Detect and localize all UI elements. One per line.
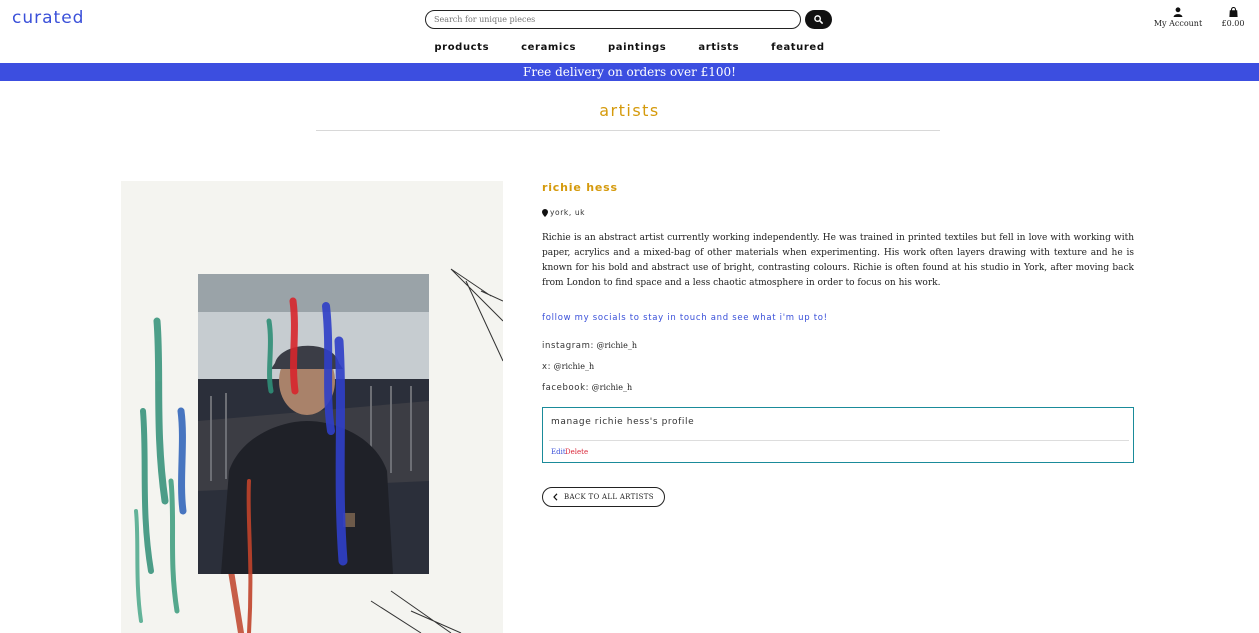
social-x: x: @richie_h: [542, 362, 594, 372]
social-instagram: instagram: @richie_h: [542, 341, 637, 351]
back-to-artists-button[interactable]: BACK TO ALL ARTISTS: [542, 487, 665, 507]
manage-profile-title: manage richie hess's profile: [551, 417, 695, 427]
search-button[interactable]: [805, 10, 832, 29]
social-facebook-label: facebook:: [542, 383, 590, 393]
cart-link[interactable]: £0.00: [1216, 7, 1250, 28]
page-title: artists: [599, 101, 660, 120]
cart-total: £0.00: [1221, 19, 1245, 28]
social-instagram-handle[interactable]: @richie_h: [597, 341, 637, 350]
edit-link[interactable]: Edit: [551, 448, 566, 456]
artist-bio: Richie is an abstract artist currently w…: [542, 233, 1134, 288]
search-icon: [814, 15, 823, 24]
shopping-bag-icon: [1228, 7, 1238, 17]
social-instagram-label: instagram:: [542, 341, 594, 351]
nav-item-paintings[interactable]: paintings: [592, 42, 682, 53]
artist-location: york, uk: [542, 208, 585, 217]
user-icon: [1173, 7, 1183, 17]
follow-prompt: follow my socials to stay in touch and s…: [542, 313, 828, 323]
my-account-label: My Account: [1153, 19, 1203, 28]
search-input[interactable]: [425, 10, 801, 29]
back-button-label: BACK TO ALL ARTISTS: [564, 493, 654, 501]
social-x-handle[interactable]: @richie_h: [554, 362, 594, 371]
social-facebook-handle[interactable]: @richie_h: [592, 383, 632, 392]
my-account-link[interactable]: My Account: [1151, 7, 1205, 28]
promo-banner: Free delivery on orders over £100!: [0, 63, 1259, 81]
artist-location-text: york, uk: [550, 208, 586, 217]
social-x-label: x:: [542, 362, 552, 372]
social-facebook: facebook: @richie_h: [542, 383, 632, 393]
artist-name: richie hess: [542, 181, 618, 194]
artist-photo: [121, 181, 503, 633]
delete-link[interactable]: Delete: [565, 448, 588, 456]
nav-item-ceramics[interactable]: ceramics: [505, 42, 592, 53]
site-logo[interactable]: curated: [12, 8, 84, 28]
search-bar: [425, 10, 832, 29]
map-pin-icon: [542, 208, 548, 217]
main-nav: products ceramics paintings artists feat…: [0, 42, 1259, 53]
nav-item-artists[interactable]: artists: [682, 42, 755, 53]
chevron-left-icon: [553, 493, 558, 501]
manage-profile-panel: manage richie hess's profile Edit Delete: [542, 407, 1134, 463]
manage-divider: [549, 440, 1129, 441]
nav-item-products[interactable]: products: [418, 42, 505, 53]
nav-item-featured[interactable]: featured: [755, 42, 840, 53]
title-divider: [316, 130, 940, 131]
